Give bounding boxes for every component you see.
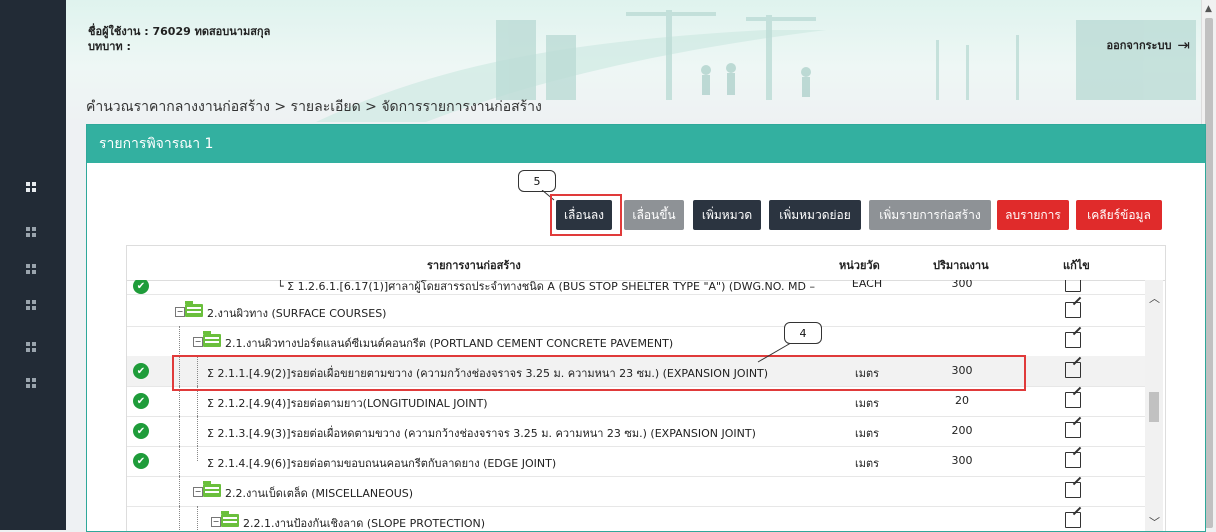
sidebar-item-4[interactable] xyxy=(26,300,36,310)
table-row[interactable]: ✔ └ Σ 1.2.6.1.[6.17(1)]ศาลาผู้โดยสารรถปร… xyxy=(127,280,1145,295)
callout-step-5: 5 xyxy=(518,170,556,192)
edit-icon[interactable] xyxy=(1065,302,1081,318)
header-edit: แก้ไข xyxy=(1063,259,1090,272)
user-info: ชื่อผู้ใช้งาน : 76029 ทดสอบนามสกุล บทบาท… xyxy=(88,24,270,54)
row-qty: 200 xyxy=(951,424,973,437)
row-name: 2.2.1.งานป้องกันเชิงลาด (SLOPE PROTECTIO… xyxy=(243,517,486,530)
logout-button[interactable]: ออกจากระบบ ⇥ xyxy=(1106,36,1190,54)
folder-icon xyxy=(185,301,203,317)
breadcrumb: คำนวณราคากลางงานก่อสร้าง > รายละเอียด > … xyxy=(86,99,542,115)
header-unit: หน่วยวัด xyxy=(839,259,880,272)
row-unit: เมตร xyxy=(854,457,880,470)
edit-icon[interactable] xyxy=(1065,280,1081,292)
edit-icon[interactable] xyxy=(1065,482,1081,498)
check-icon: ✔ xyxy=(133,453,149,469)
sidebar xyxy=(0,0,66,530)
scroll-up-icon[interactable]: ︿ xyxy=(1149,290,1160,306)
table-row[interactable]: − 2.1.งานผิวทางปอร์ตแลนด์ซีเมนต์คอนกรีต … xyxy=(127,326,1145,357)
row-name: Σ 2.1.2.[4.9(4)]รอยต่อตามยาว(LONGITUDINA… xyxy=(207,397,488,410)
move-down-button[interactable]: เลื่อนลง xyxy=(556,200,612,230)
row-name: 2.2.งานเบ็ดเตล็ด (MISCELLANEOUS) xyxy=(225,487,414,500)
delete-item-button[interactable]: ลบรายการ xyxy=(997,200,1069,230)
sidebar-item-6[interactable] xyxy=(26,378,36,388)
check-icon: ✔ xyxy=(133,363,149,379)
folder-icon xyxy=(221,511,239,527)
row-name: Σ 2.1.4.[4.9(6)]รอยต่อตามขอบถนนคอนกรีตกั… xyxy=(207,457,557,470)
header-qty: ปริมาณงาน xyxy=(933,259,989,272)
row-unit: เมตร xyxy=(854,397,880,410)
folder-icon xyxy=(203,331,221,347)
row-name: Σ 2.1.3.[4.9(3)]รอยต่อเผื่อหดตามขวาง (คว… xyxy=(207,427,756,440)
table-row[interactable]: − 2.งานผิวทาง (SURFACE COURSES) xyxy=(127,296,1145,327)
callout-step-4: 4 xyxy=(784,322,822,344)
move-up-button[interactable]: เลื่อนขึ้น xyxy=(624,200,684,230)
scroll-thumb[interactable] xyxy=(1205,18,1213,528)
user-name: ชื่อผู้ใช้งาน : 76029 ทดสอบนามสกุล xyxy=(88,25,271,38)
edit-icon[interactable] xyxy=(1065,512,1081,528)
sidebar-item-2[interactable] xyxy=(26,227,36,237)
edit-icon[interactable] xyxy=(1065,392,1081,408)
collapse-icon[interactable]: − xyxy=(175,307,185,317)
check-icon: ✔ xyxy=(133,393,149,409)
table-header: รายการงานก่อสร้าง หน่วยวัด ปริมาณงาน แก้… xyxy=(127,246,1165,281)
check-icon: ✔ xyxy=(133,423,149,439)
row-name: └ Σ 1.2.6.1.[6.17(1)]ศาลาผู้โดยสารรถประจ… xyxy=(277,280,817,293)
edit-icon[interactable] xyxy=(1065,422,1081,438)
table-row[interactable]: − 2.2.1.งานป้องกันเชิงลาด (SLOPE PROTECT… xyxy=(127,506,1145,531)
row-name: 2.งานผิวทาง (SURFACE COURSES) xyxy=(207,307,387,320)
header-name: รายการงานก่อสร้าง xyxy=(427,259,521,272)
add-construction-item-button[interactable]: เพิ่มรายการก่อสร้าง xyxy=(869,200,991,230)
sidebar-item-5[interactable] xyxy=(26,342,36,352)
logout-label: ออกจากระบบ xyxy=(1106,39,1172,52)
collapse-icon[interactable]: − xyxy=(193,337,203,347)
collapse-icon[interactable]: − xyxy=(193,487,203,497)
table-row[interactable]: − 2.2.งานเบ็ดเตล็ด (MISCELLANEOUS) xyxy=(127,476,1145,507)
scroll-up-icon[interactable]: ▲ xyxy=(1205,4,1212,14)
edit-icon[interactable] xyxy=(1065,332,1081,348)
add-group-button[interactable]: เพิ่มหมวด xyxy=(693,200,761,230)
scroll-down-icon[interactable]: ﹀ xyxy=(1149,514,1160,530)
clear-data-button[interactable]: เคลียร์ข้อมูล xyxy=(1076,200,1162,230)
panel-title: รายการพิจารณา 1 xyxy=(87,125,1205,163)
edit-icon[interactable] xyxy=(1065,362,1081,378)
folder-icon xyxy=(203,481,221,497)
sidebar-item-3[interactable] xyxy=(26,264,36,274)
table-scrollbar[interactable]: ︿ ﹀ xyxy=(1145,280,1163,531)
edit-icon[interactable] xyxy=(1065,452,1081,468)
row-qty: 300 xyxy=(951,280,973,290)
user-role: บทบาท : xyxy=(88,40,131,53)
row-unit: เมตร xyxy=(854,427,880,440)
highlight-selected-row xyxy=(172,355,1026,391)
row-qty: 20 xyxy=(955,394,969,407)
row-unit: EACH xyxy=(851,280,883,290)
sidebar-item-1[interactable] xyxy=(26,182,36,192)
check-icon: ✔ xyxy=(133,280,149,294)
table-row[interactable]: ✔ Σ 2.1.4.[4.9(6)]รอยต่อตามขอบถนนคอนกรีต… xyxy=(127,446,1145,477)
header-banner: ชื่อผู้ใช้งาน : 76029 ทดสอบนามสกุล บทบาท… xyxy=(66,0,1202,122)
logout-icon: ⇥ xyxy=(1177,36,1190,54)
row-name: 2.1.งานผิวทางปอร์ตแลนด์ซีเมนต์คอนกรีต (P… xyxy=(225,337,674,350)
table-scroll-thumb[interactable] xyxy=(1149,392,1159,422)
collapse-icon[interactable]: − xyxy=(211,517,221,527)
add-subgroup-button[interactable]: เพิ่มหมวดย่อย xyxy=(769,200,861,230)
table-row[interactable]: ✔ Σ 2.1.3.[4.9(3)]รอยต่อเผื่อหดตามขวาง (… xyxy=(127,416,1145,447)
row-qty: 300 xyxy=(951,454,973,467)
